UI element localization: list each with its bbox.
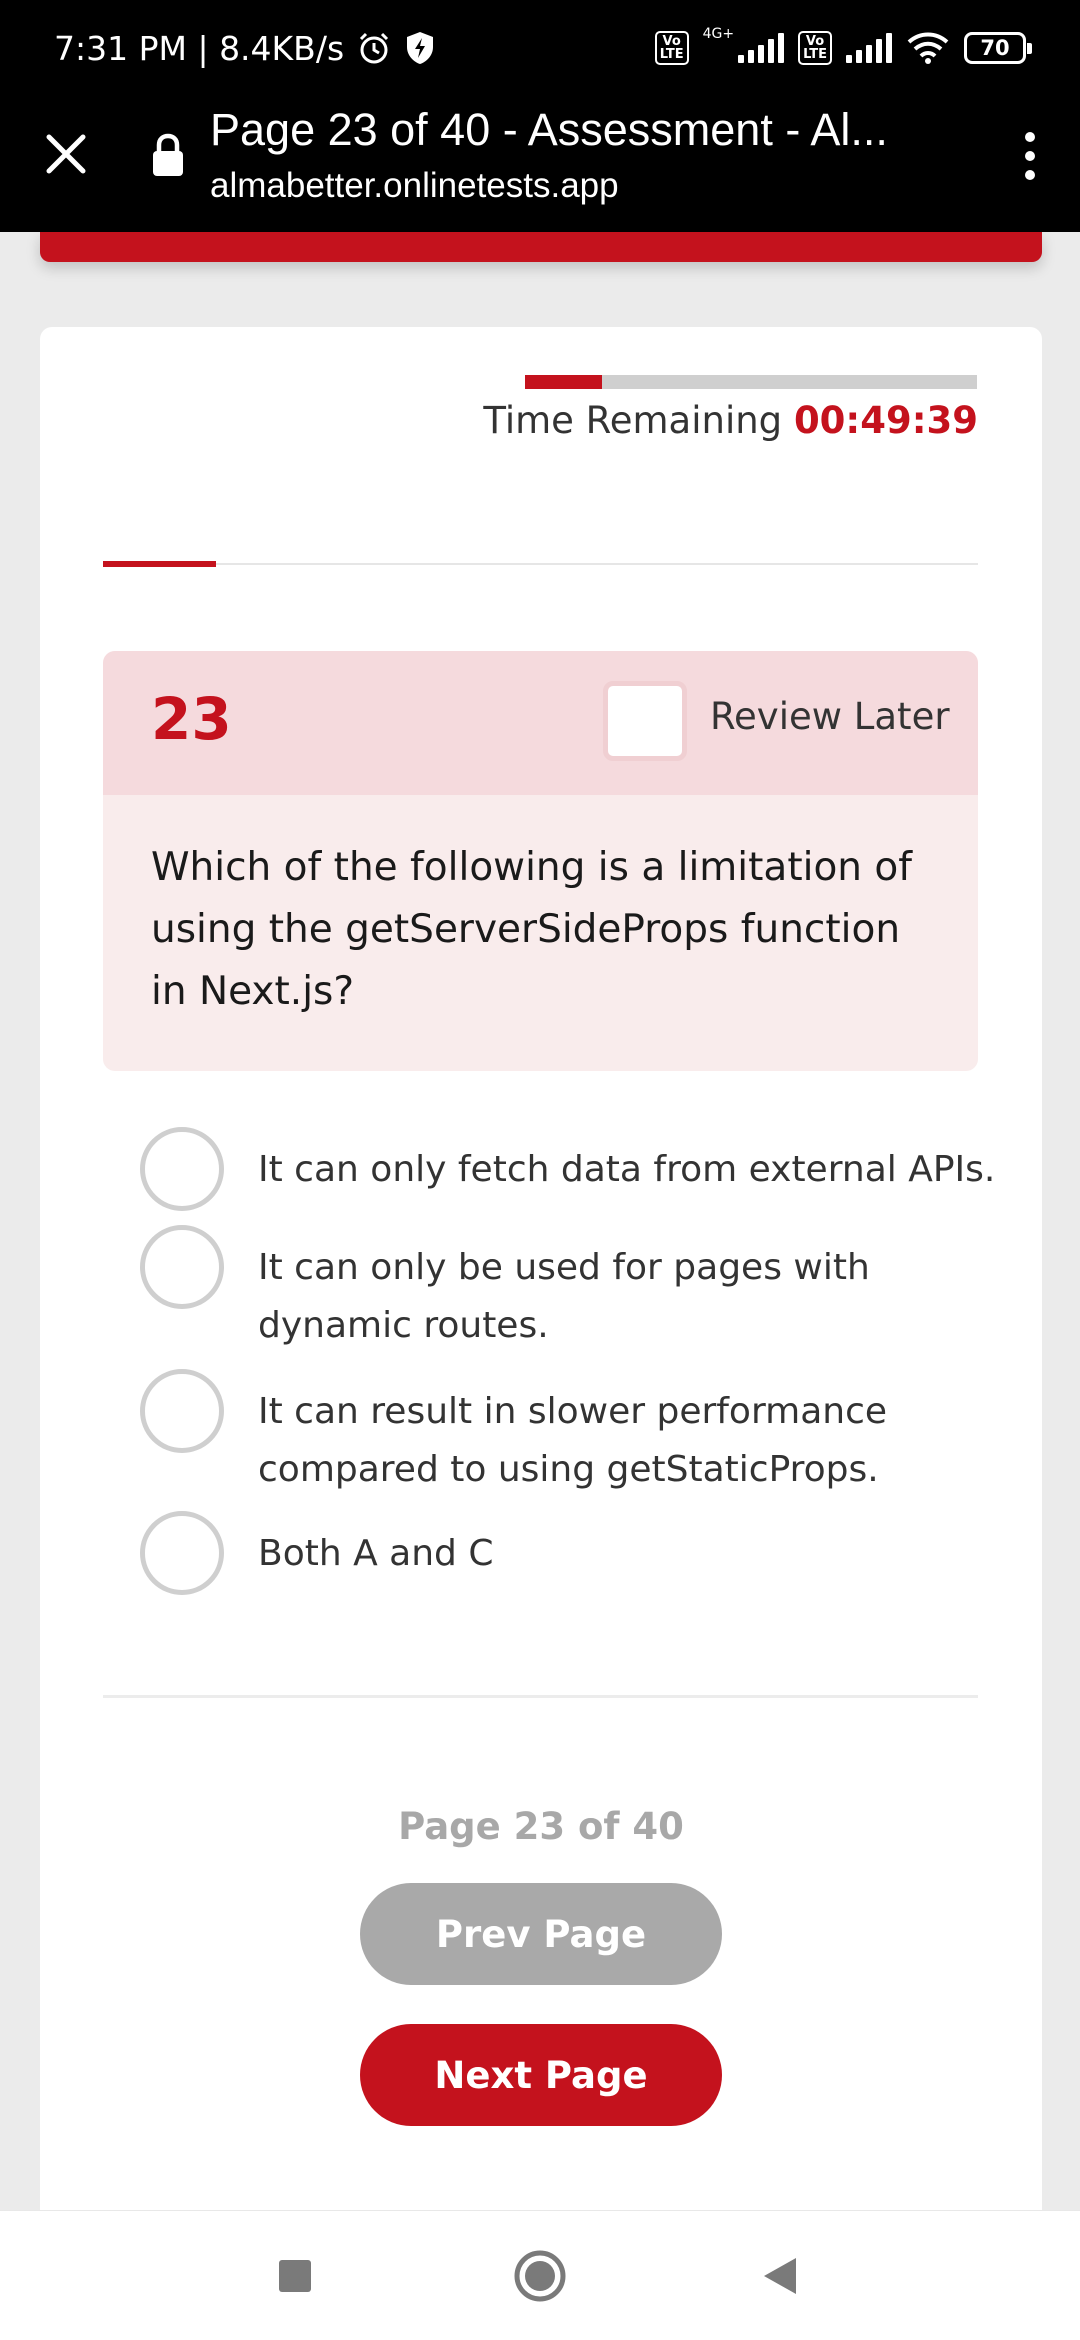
home-button[interactable] — [505, 2241, 575, 2311]
wifi-icon — [907, 32, 949, 64]
triangle-back-icon — [764, 2258, 796, 2294]
review-later-label[interactable]: Review Later — [710, 695, 950, 738]
option-d-label[interactable]: Both A and C — [258, 1525, 1018, 1583]
option-d-radio[interactable] — [140, 1511, 224, 1595]
status-left: 7:31 PM | 8.4KB/s — [54, 29, 436, 68]
more-vertical-icon — [1025, 132, 1035, 142]
option-b-radio[interactable] — [140, 1225, 224, 1309]
footer-divider — [103, 1695, 978, 1698]
option-a-label[interactable]: It can only fetch data from external API… — [258, 1141, 1018, 1199]
status-bar: 7:31 PM | 8.4KB/s Vo LTE 4G+ Vo LTE 70 — [0, 0, 1080, 96]
question-header: 23 Review Later — [103, 651, 978, 795]
close-icon — [46, 134, 86, 174]
timer-value: 00:49:39 — [793, 399, 978, 442]
question-number: 23 — [151, 685, 232, 753]
prev-page-button[interactable]: Prev Page — [360, 1883, 722, 1985]
shield-bolt-icon — [407, 32, 434, 64]
section-divider-accent — [103, 561, 216, 567]
status-time: 7:31 PM | 8.4KB/s — [54, 28, 345, 68]
option-b-label[interactable]: It can only be used for pages with dynam… — [258, 1239, 1018, 1355]
timer: Time Remaining 00:49:39 — [483, 399, 978, 442]
volte-badge-2: Vo LTE — [798, 31, 832, 65]
next-page-button[interactable]: Next Page — [360, 2024, 722, 2126]
alarm-icon — [360, 32, 389, 64]
page-url[interactable]: almabetter.onlinetests.app — [210, 166, 619, 206]
volte-badge-1: Vo LTE — [654, 31, 689, 65]
square-icon — [279, 2260, 311, 2292]
question-box: 23 Review Later Which of the following i… — [103, 651, 978, 1071]
recents-button[interactable] — [260, 2241, 330, 2311]
timer-label: Time Remaining — [483, 399, 783, 442]
review-later-checkbox[interactable] — [603, 681, 687, 761]
network-type: 4G+ — [702, 26, 735, 42]
timer-progress-fill — [525, 375, 602, 389]
signal-icon — [738, 33, 785, 63]
page-title: Page 23 of 40 - Assessment - Al... — [210, 104, 888, 155]
back-button[interactable] — [745, 2241, 815, 2311]
page-indicator: Page 23 of 40 — [398, 1805, 684, 1848]
previous-card-edge — [40, 232, 1042, 262]
lock-icon — [153, 133, 183, 176]
timer-progress-bar — [525, 375, 977, 389]
battery-icon: 70 — [964, 32, 1032, 64]
more-options-button[interactable] — [1010, 126, 1050, 186]
section-divider — [103, 563, 978, 565]
option-a-radio[interactable] — [140, 1127, 224, 1211]
question-text: Which of the following is a limitation o… — [151, 845, 913, 1014]
browser-toolbar: Page 23 of 40 - Assessment - Al... almab… — [0, 96, 1080, 232]
close-button[interactable] — [36, 124, 96, 184]
status-right: Vo LTE 4G+ Vo LTE 70 — [654, 26, 1032, 66]
option-c-radio[interactable] — [140, 1369, 224, 1453]
option-c-label[interactable]: It can result in slower performance comp… — [258, 1383, 1018, 1499]
circle-icon — [514, 2250, 566, 2302]
assessment-card: Time Remaining 00:49:39 23 Review Later … — [40, 327, 1042, 2227]
battery-level: 70 — [980, 36, 1010, 60]
system-nav-bar — [0, 2210, 1080, 2340]
signal-icon-2 — [846, 33, 892, 63]
